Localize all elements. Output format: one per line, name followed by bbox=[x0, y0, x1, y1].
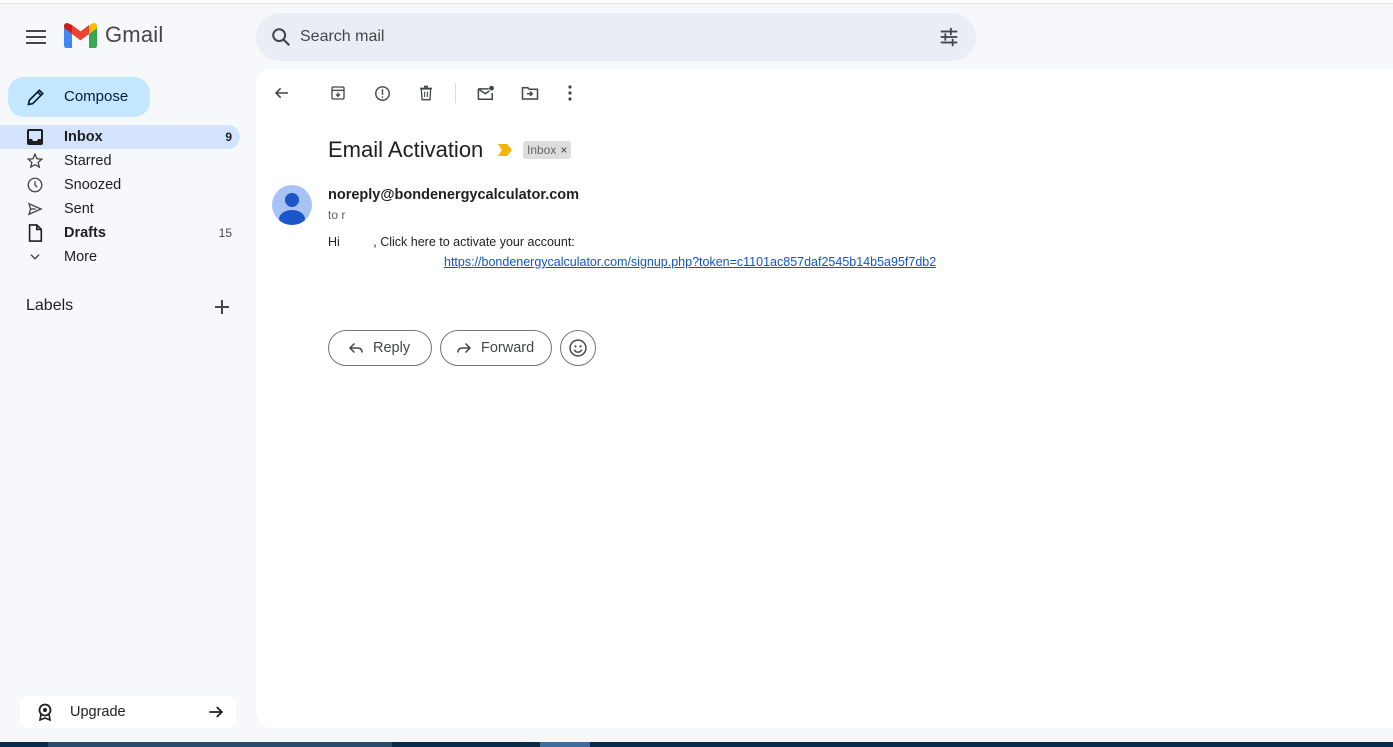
compose-button[interactable]: Compose bbox=[8, 77, 150, 117]
remove-label-button[interactable]: × bbox=[560, 143, 567, 157]
search-options-icon[interactable] bbox=[938, 26, 960, 48]
sidebar-item-label: Sent bbox=[64, 201, 94, 217]
sender-email[interactable]: noreply@bondenergycalculator.com bbox=[328, 187, 579, 203]
taskbar-segment bbox=[540, 742, 590, 747]
upgrade-button[interactable]: Upgrade bbox=[20, 696, 236, 728]
more-vert-icon bbox=[568, 85, 572, 101]
clock-icon bbox=[26, 176, 44, 194]
chevron-down-icon bbox=[26, 248, 44, 266]
gmail-logo[interactable]: Gmail bbox=[64, 22, 163, 48]
sidebar-nav: Inbox 9 Starred Snoozed Sent Drafts 15 M… bbox=[0, 125, 256, 269]
hamburger-icon bbox=[26, 30, 46, 44]
taskbar-segment bbox=[48, 742, 392, 747]
archive-icon bbox=[331, 86, 345, 100]
reply-button[interactable]: Reply bbox=[328, 330, 432, 366]
message-toolbar bbox=[256, 69, 616, 117]
sidebar-item-drafts[interactable]: Drafts 15 bbox=[0, 221, 240, 245]
inbox-label-chip: Inbox × bbox=[523, 141, 572, 159]
more-options-button[interactable] bbox=[558, 81, 582, 105]
spam-icon bbox=[374, 85, 390, 101]
main-menu-button[interactable] bbox=[16, 17, 56, 57]
mark-unread-button[interactable] bbox=[474, 81, 498, 105]
email-body-text: Hi , Click here to activate your account… bbox=[328, 235, 575, 249]
pencil-icon bbox=[27, 89, 44, 106]
sidebar-item-label: Snoozed bbox=[64, 177, 122, 193]
sidebar-item-label: Starred bbox=[64, 153, 112, 169]
sidebar-item-inbox[interactable]: Inbox 9 bbox=[0, 125, 240, 149]
activation-link[interactable]: https://bondenergycalculator.com/signup.… bbox=[444, 255, 936, 269]
arrow-right-icon bbox=[209, 706, 224, 718]
back-button[interactable] bbox=[270, 81, 294, 105]
window-top-edge bbox=[0, 0, 1393, 4]
reply-label: Reply bbox=[373, 340, 411, 356]
search-icon[interactable] bbox=[270, 26, 292, 48]
body-instruction: , Click here to activate your account: bbox=[373, 235, 575, 249]
search-bar[interactable] bbox=[256, 13, 976, 61]
message-view: Email Activation Inbox × noreply@bondene… bbox=[256, 69, 1393, 728]
move-to-folder-icon bbox=[521, 87, 539, 100]
emoji-reaction-button[interactable] bbox=[560, 330, 596, 366]
important-marker-icon[interactable] bbox=[498, 144, 512, 156]
label-chip-text: Inbox bbox=[527, 143, 557, 157]
reply-icon bbox=[348, 342, 363, 354]
sidebar-item-starred[interactable]: Starred bbox=[0, 149, 240, 173]
labels-heading: Labels bbox=[26, 297, 74, 314]
sidebar-item-more[interactable]: More bbox=[0, 245, 240, 269]
create-label-button[interactable] bbox=[212, 297, 232, 317]
sidebar-item-label: Inbox bbox=[64, 129, 103, 145]
inbox-unread-count: 9 bbox=[225, 130, 232, 144]
taskbar-strip bbox=[0, 742, 1393, 747]
trash-icon bbox=[420, 85, 432, 101]
draft-icon bbox=[26, 224, 44, 242]
archive-button[interactable] bbox=[326, 81, 350, 105]
plus-icon bbox=[215, 300, 229, 314]
sidebar-item-sent[interactable]: Sent bbox=[0, 197, 240, 221]
toolbar-divider bbox=[455, 83, 456, 103]
sidebar-item-snoozed[interactable]: Snoozed bbox=[0, 173, 240, 197]
move-to-button[interactable] bbox=[518, 81, 542, 105]
person-icon bbox=[279, 193, 305, 225]
smiley-icon bbox=[569, 339, 587, 357]
search-input[interactable] bbox=[300, 13, 900, 61]
send-icon bbox=[26, 200, 44, 218]
sender-avatar[interactable] bbox=[272, 185, 312, 225]
report-spam-button[interactable] bbox=[370, 81, 394, 105]
gmail-m-icon bbox=[64, 22, 97, 48]
arrow-left-icon bbox=[274, 87, 288, 99]
body-greeting: Hi bbox=[328, 235, 344, 249]
upgrade-label: Upgrade bbox=[70, 704, 126, 720]
inbox-icon bbox=[26, 128, 44, 146]
sidebar-item-label: Drafts bbox=[64, 225, 106, 241]
app-name: Gmail bbox=[105, 22, 164, 47]
email-subject: Email Activation bbox=[328, 137, 484, 162]
recipients-line[interactable]: to r bbox=[328, 208, 345, 222]
star-icon bbox=[26, 152, 44, 170]
mark-unread-icon bbox=[477, 85, 494, 100]
compose-label: Compose bbox=[64, 88, 129, 105]
drafts-count: 15 bbox=[218, 226, 232, 240]
forward-button[interactable]: Forward bbox=[440, 330, 552, 366]
forward-label: Forward bbox=[481, 340, 535, 356]
badge-icon bbox=[38, 703, 52, 721]
sidebar-item-label: More bbox=[64, 249, 98, 265]
delete-button[interactable] bbox=[414, 81, 438, 105]
forward-icon bbox=[457, 342, 472, 354]
